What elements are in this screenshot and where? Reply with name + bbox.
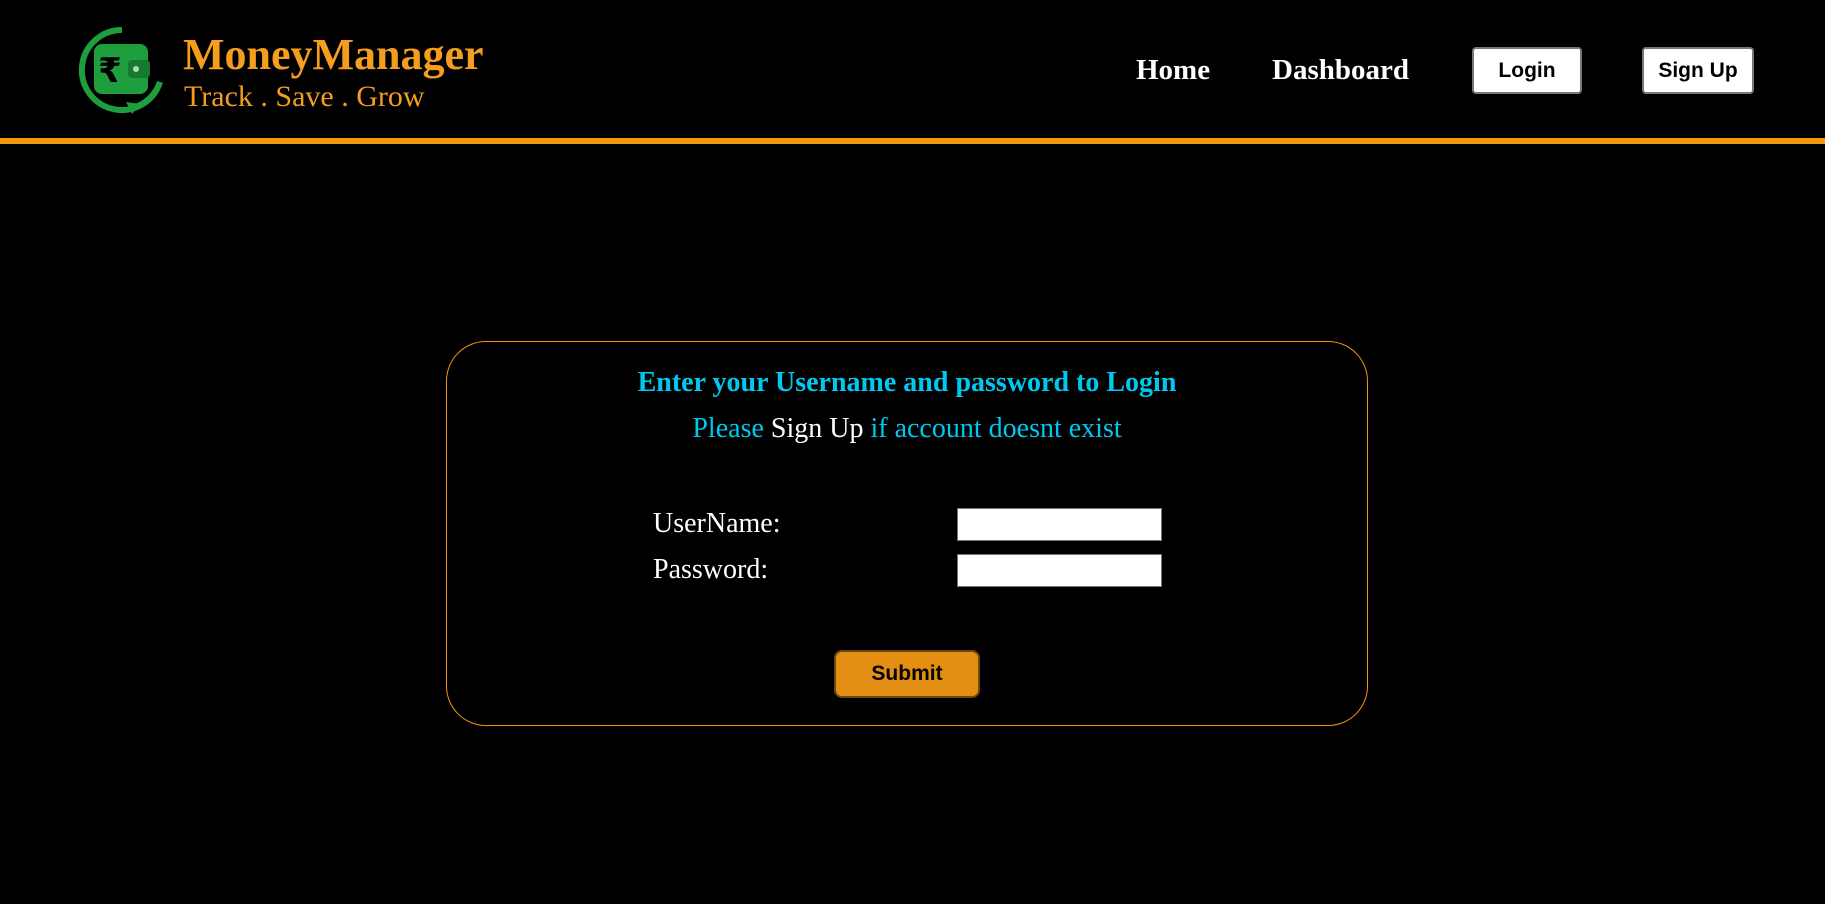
site-header: ₹ MoneyManager Track . Save . Grow Home …: [0, 0, 1825, 144]
nav-home-link[interactable]: Home: [1136, 52, 1210, 88]
signup-button[interactable]: Sign Up: [1642, 47, 1754, 94]
subtitle-suffix: if account doesnt exist: [870, 413, 1122, 444]
rupee-wallet-icon: ₹: [78, 26, 163, 114]
signup-link[interactable]: Sign Up: [771, 413, 864, 444]
login-subtitle: Please Sign Up if account doesnt exist: [447, 412, 1367, 446]
login-title: Enter your Username and password to Logi…: [637, 367, 1177, 398]
username-input[interactable]: [957, 508, 1162, 541]
brand-tagline: Track . Save . Grow: [184, 80, 425, 113]
nav-dashboard-link[interactable]: Dashboard: [1272, 52, 1409, 88]
svg-text:₹: ₹: [98, 51, 122, 91]
brand-name: MoneyManager: [183, 30, 484, 79]
password-input[interactable]: [957, 554, 1162, 587]
subtitle-prefix: Please: [692, 413, 764, 444]
submit-button[interactable]: Submit: [834, 650, 980, 698]
login-card: Enter your Username and password to Logi…: [446, 341, 1368, 726]
username-label: UserName:: [653, 508, 781, 539]
password-label: Password:: [653, 554, 769, 585]
login-button[interactable]: Login: [1472, 47, 1582, 94]
